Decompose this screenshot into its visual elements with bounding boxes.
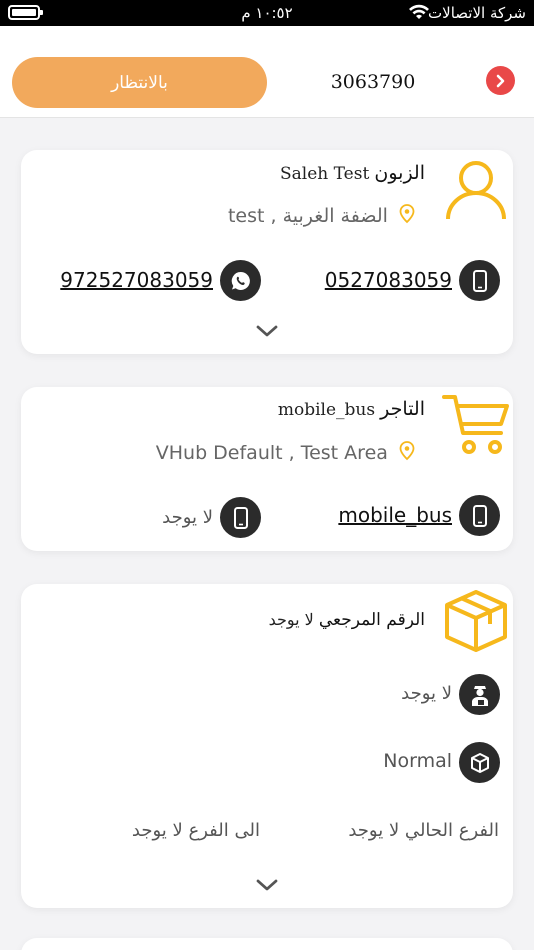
status-bar: ١٠:٥٢ م شركة الاتصالات — [0, 0, 534, 26]
current-branch: الفرع الحالي لا يوجد — [348, 820, 499, 841]
location-pin-icon — [399, 204, 415, 224]
chevron-down-icon[interactable] — [253, 876, 281, 894]
merchant-address: VHub Default , Test Area — [155, 442, 388, 464]
merchant-phone2-value: لا يوجد — [162, 507, 213, 528]
next-card — [21, 938, 513, 950]
reference-value: لا يوجد — [268, 610, 314, 629]
driver-value: لا يوجد — [401, 683, 452, 704]
customer-title-row: الزبون Saleh Test — [280, 162, 425, 184]
order-header: بالانتظار 3063790 — [0, 26, 534, 118]
location-pin-icon — [399, 441, 415, 461]
merchant-address-row: VHub Default , Test Area — [156, 441, 415, 464]
merchant-title-row: التاجر mobile_bus — [278, 398, 425, 420]
merchant-name: mobile_bus — [277, 400, 376, 420]
delivery-driver-icon — [471, 685, 488, 706]
merchant-phone2-button[interactable] — [220, 497, 261, 538]
package-type-button — [459, 742, 500, 783]
customer-title: الزبون — [374, 162, 425, 184]
customer-phone-button[interactable] — [459, 260, 500, 301]
package-type-value: Normal — [383, 750, 452, 772]
merchant-phone-button[interactable] — [459, 495, 500, 536]
mobile-phone-icon — [472, 269, 487, 292]
shopping-cart-icon — [442, 395, 509, 454]
chevron-right-icon — [496, 74, 504, 87]
wifi-icon — [409, 4, 429, 19]
merchant-card: التاجر mobile_bus VHub Default , Test Ar… — [21, 387, 513, 551]
order-number: 3063790 — [330, 71, 416, 93]
mobile-phone-icon — [233, 506, 248, 529]
customer-whatsapp-button[interactable] — [220, 260, 261, 301]
mobile-phone-icon — [472, 504, 487, 527]
customer-address: الضفة الغربية , test — [227, 205, 388, 227]
package-box-icon — [445, 590, 507, 652]
merchant-phone-link[interactable]: mobile_bus — [338, 503, 452, 527]
driver-button — [459, 674, 500, 715]
user-icon — [446, 161, 506, 220]
whatsapp-icon — [231, 271, 250, 290]
reference-row: الرقم المرجعي لا يوجد — [269, 610, 425, 630]
cube-icon — [470, 752, 489, 773]
customer-name: Saleh Test — [280, 164, 370, 184]
to-branch: الى الفرع لا يوجد — [131, 820, 260, 841]
back-button[interactable] — [486, 66, 515, 95]
chevron-down-icon[interactable] — [253, 322, 281, 340]
package-card: الرقم المرجعي لا يوجد لا يوجد Normal الف… — [21, 584, 513, 908]
merchant-title: التاجر — [380, 398, 425, 420]
reference-label: الرقم المرجعي — [318, 610, 425, 630]
customer-address-row: الضفة الغربية , test — [228, 204, 415, 227]
customer-phone-link[interactable]: 0527083059 — [325, 268, 452, 292]
pending-status-button[interactable]: بالانتظار — [12, 57, 267, 108]
customer-card: الزبون Saleh Test الضفة الغربية , test 0… — [21, 150, 513, 354]
customer-whatsapp-link[interactable]: 972527083059 — [60, 268, 213, 292]
carrier-name: شركة الاتصالات — [428, 4, 526, 22]
